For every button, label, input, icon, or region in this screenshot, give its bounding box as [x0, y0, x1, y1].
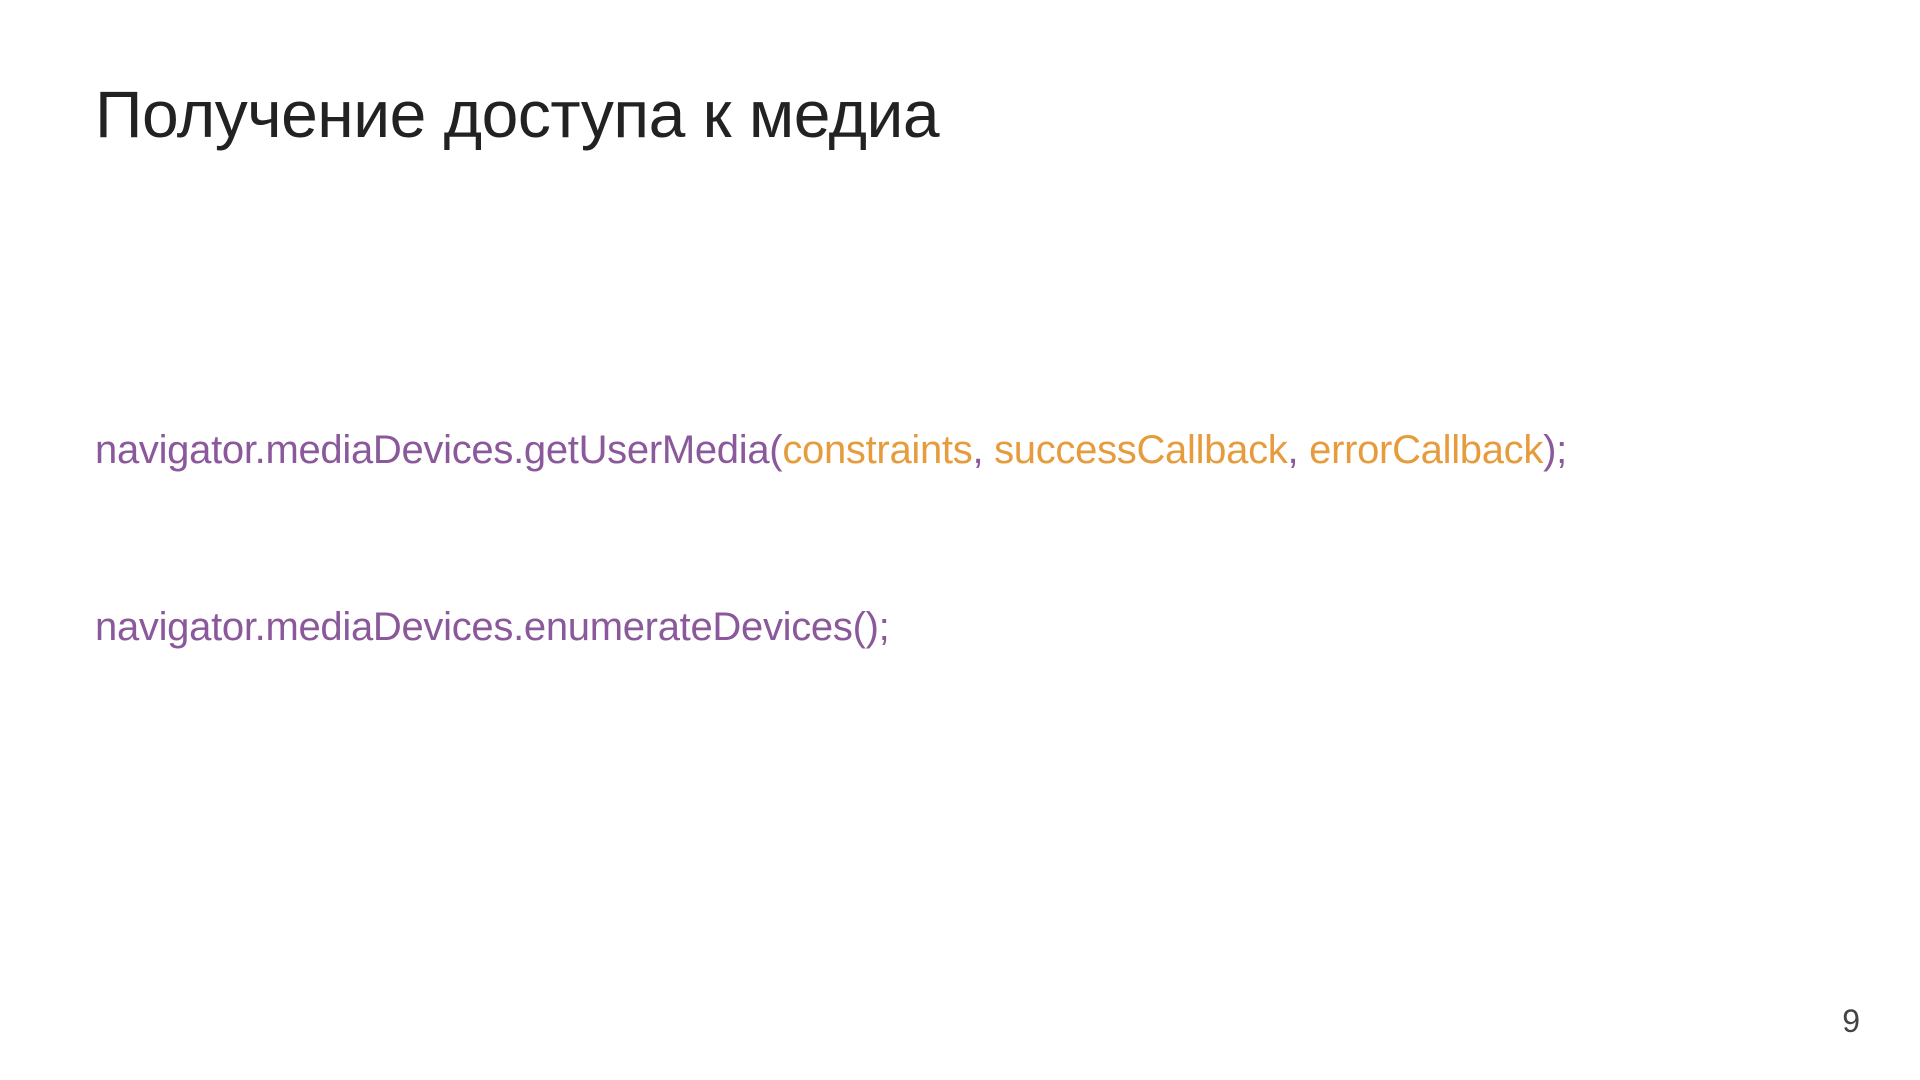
code-separator: ,: [972, 428, 994, 472]
code-suffix: );: [1543, 428, 1567, 472]
code-arg-success: successCallback: [994, 428, 1287, 472]
slide-container: Получение доступа к медиа navigator.medi…: [0, 0, 1920, 1080]
code-line-2: navigator.mediaDevices.enumerateDevices(…: [95, 601, 1825, 653]
code-arg-error: errorCallback: [1309, 428, 1543, 472]
code-line-1: navigator.mediaDevices.getUserMedia(cons…: [95, 424, 1825, 476]
code-separator: ,: [1287, 428, 1309, 472]
code-arg-constraints: constraints: [782, 428, 972, 472]
page-number: 9: [1842, 1003, 1860, 1040]
code-api-call-2: navigator.mediaDevices.enumerateDevices(…: [95, 605, 889, 649]
code-block: navigator.mediaDevices.getUserMedia(cons…: [95, 424, 1825, 653]
slide-title: Получение доступа к медиа: [95, 75, 1825, 154]
code-api-call: navigator.mediaDevices.getUserMedia(: [95, 428, 782, 472]
